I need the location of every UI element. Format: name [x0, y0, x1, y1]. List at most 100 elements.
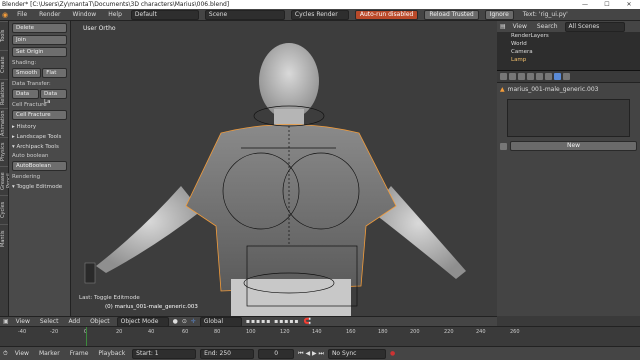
current-frame-marker[interactable]: [86, 327, 87, 347]
menu-select[interactable]: Select: [37, 318, 62, 325]
tab-physics[interactable]: Physics: [0, 137, 8, 166]
timeline-menu-marker[interactable]: Marker: [36, 350, 63, 357]
pivot-icon[interactable]: ⊙: [182, 318, 187, 325]
material-browse-icon[interactable]: [500, 142, 507, 150]
set-origin-button[interactable]: Set Origin: [12, 47, 67, 57]
object-tab-icon[interactable]: [527, 73, 534, 80]
cell-fracture-button[interactable]: Cell Fracture: [12, 110, 67, 120]
timeline-area[interactable]: -40 -20 0 20 40 60 80 100 120 140 160 18…: [0, 326, 640, 347]
properties-editor: ▲ marius_001-male_generic.003 New: [497, 71, 640, 316]
viewport-shading-icon[interactable]: ●: [173, 318, 178, 325]
landscape-panel-header[interactable]: ▸ Landscape Tools: [12, 134, 67, 140]
3d-viewport[interactable]: User Ortho Last: Toggle Editmode (0) mar…: [71, 21, 497, 316]
material-slot-list[interactable]: [507, 99, 630, 137]
timeline-tick: 100: [246, 329, 256, 335]
outliner-item-renderlayers[interactable]: RenderLayers: [497, 32, 640, 40]
mesh-icon: ▲: [500, 86, 505, 93]
screen-layout-select[interactable]: Default: [130, 9, 199, 20]
flat-button[interactable]: Flat: [42, 68, 67, 78]
timeline-tick: 180: [378, 329, 388, 335]
autoboolean-button[interactable]: AutoBoolean: [12, 161, 67, 171]
menu-render[interactable]: Render: [36, 11, 63, 18]
tab-relations[interactable]: Relations: [0, 79, 8, 108]
timeline-header: ⏱ View Marker Frame Playback Start: 1 En…: [0, 346, 640, 360]
outliner-item-camera[interactable]: Camera: [497, 48, 640, 56]
smooth-button[interactable]: Smooth: [12, 68, 42, 78]
menu-help[interactable]: Help: [105, 11, 125, 18]
timeline-tick: 160: [346, 329, 356, 335]
menu-add[interactable]: Add: [65, 318, 83, 325]
data-layout-button[interactable]: Data La: [40, 89, 67, 105]
reload-trusted-button[interactable]: Reload Trusted: [424, 9, 479, 20]
tab-grease-pencil[interactable]: Grease Pencil: [0, 166, 12, 195]
data-button[interactable]: Data: [12, 89, 39, 99]
menu-file[interactable]: File: [14, 11, 30, 18]
object-name: marius_001-male_generic.003: [507, 86, 599, 93]
window-title-bar: Blender* [C:\Users\Zy\mantaT\Documents\3…: [0, 0, 640, 9]
timeline-tick: 120: [280, 329, 290, 335]
timeline-menu-frame[interactable]: Frame: [67, 350, 92, 357]
timeline-menu-playback[interactable]: Playback: [95, 350, 128, 357]
sync-mode-select[interactable]: No Sync: [327, 348, 386, 359]
new-material-button[interactable]: New: [510, 141, 637, 151]
timeline-tick: 80: [214, 329, 221, 335]
timeline-tick: 240: [476, 329, 486, 335]
timeline-editor-icon[interactable]: ⏱: [3, 350, 8, 358]
current-frame-field[interactable]: 0: [258, 348, 295, 359]
interaction-mode-select[interactable]: Object Mode: [116, 316, 169, 327]
transform-orientation-select[interactable]: Global: [199, 316, 242, 327]
tab-create[interactable]: Create: [0, 50, 8, 79]
end-frame-field[interactable]: End: 250: [200, 348, 255, 359]
start-frame-field[interactable]: Start: 1: [132, 348, 197, 359]
layers-icon[interactable]: ▪▪▪▪▪ ▪▪▪▪▪: [246, 318, 300, 325]
texture-tab-icon[interactable]: [563, 73, 570, 80]
toggle-editmode-panel[interactable]: ▾ Toggle Editmode: [12, 184, 67, 190]
playback-controls-icon[interactable]: ⏮ ◀ ▶ ⏭: [298, 350, 324, 358]
last-operator-label: Last: Toggle Editmode: [79, 295, 140, 301]
end-value: 250: [219, 349, 231, 357]
autorun-warning: Auto-run disabled: [354, 9, 419, 20]
tab-animation[interactable]: Animation: [0, 108, 8, 137]
timeline-tick: -40: [18, 329, 27, 335]
tab-tools[interactable]: Tools: [0, 21, 8, 50]
outliner-menu-search[interactable]: Search: [534, 23, 561, 30]
render-tab-icon[interactable]: [500, 73, 507, 80]
menu-window[interactable]: Window: [70, 11, 100, 18]
scene-tab-icon[interactable]: [509, 73, 516, 80]
outliner-item-world[interactable]: World: [497, 40, 640, 48]
modifier-tab-icon[interactable]: [536, 73, 543, 80]
scene-select[interactable]: Scene: [204, 9, 285, 20]
outliner-editor-icon[interactable]: ▤: [500, 23, 506, 30]
tab-cycles[interactable]: Cycles: [0, 195, 8, 224]
outliner-menu-view[interactable]: View: [510, 23, 530, 30]
timeline-menu-view[interactable]: View: [12, 350, 32, 357]
render-engine-select[interactable]: Cycles Render: [290, 9, 349, 20]
delete-button[interactable]: Delete: [12, 23, 67, 33]
object-breadcrumb: ▲ marius_001-male_generic.003: [497, 83, 640, 96]
blender-logo-icon[interactable]: ◉: [2, 11, 8, 19]
manipulator-icon[interactable]: ✛: [191, 318, 196, 325]
outliner-header: ▤ View Search All Scenes: [497, 21, 640, 32]
toolshelf-panel: Delete Join Set Origin Shading: Smooth F…: [9, 21, 71, 316]
timeline-tick: 20: [116, 329, 123, 335]
material-tab-icon[interactable]: [554, 73, 561, 80]
data-tab-icon[interactable]: [545, 73, 552, 80]
minimize-button[interactable]: —: [574, 0, 596, 9]
maximize-button[interactable]: ☐: [596, 0, 618, 9]
outliner[interactable]: ▤ View Search All Scenes RenderLayers Wo…: [497, 21, 640, 71]
menu-view[interactable]: View: [13, 318, 33, 325]
editor-type-icon[interactable]: ▣: [3, 318, 9, 325]
outliner-item-lamp[interactable]: Lamp: [497, 56, 640, 64]
info-header: ◉ File Render Window Help Default Scene …: [0, 9, 640, 21]
join-button[interactable]: Join: [12, 35, 67, 45]
archipack-panel-header[interactable]: ▾ Archipack Tools: [12, 144, 67, 150]
world-tab-icon[interactable]: [518, 73, 525, 80]
close-button[interactable]: ✕: [618, 0, 640, 9]
outliner-filter-select[interactable]: All Scenes: [564, 21, 625, 32]
ignore-button[interactable]: Ignore: [484, 9, 514, 20]
tab-mantis[interactable]: Mantis: [0, 224, 8, 253]
record-icon[interactable]: ●: [390, 350, 395, 357]
snap-icon[interactable]: 🧲: [304, 318, 311, 325]
menu-object[interactable]: Object: [87, 318, 113, 325]
history-panel-header[interactable]: ▸ History: [12, 124, 67, 130]
